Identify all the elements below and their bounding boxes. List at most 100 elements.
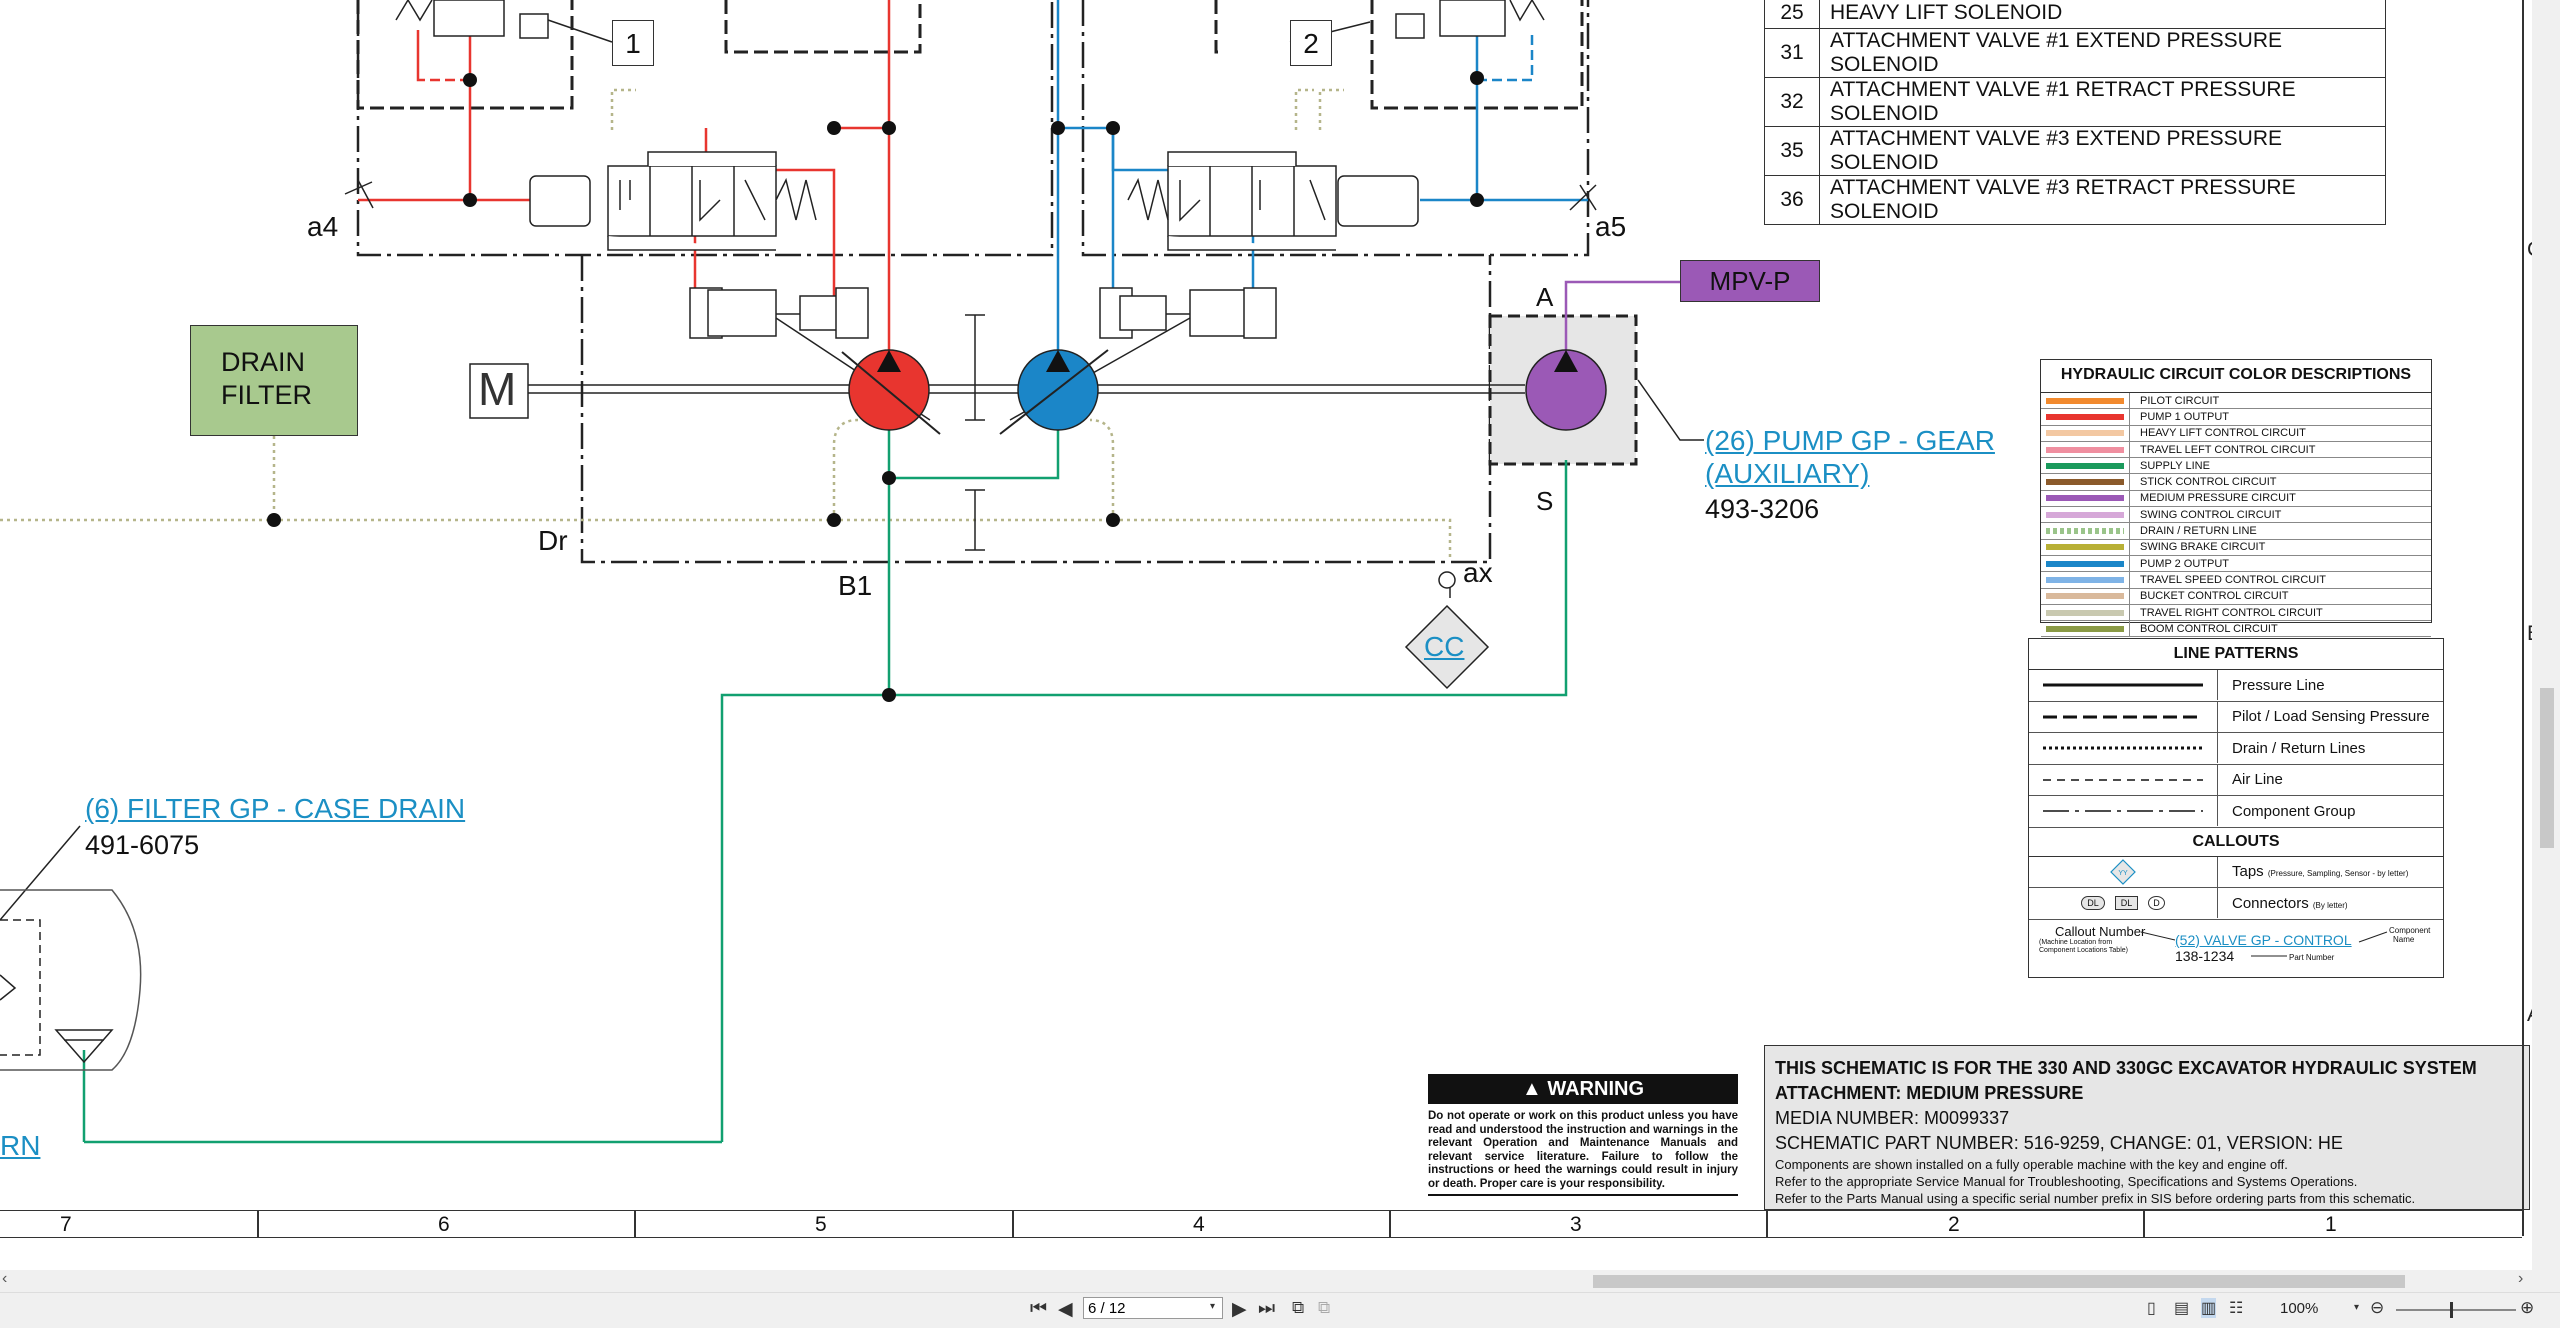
legend-label: STICK CONTROL CIRCUIT	[2140, 476, 2277, 489]
legend-label: SWING BRAKE CIRCUIT	[2140, 541, 2266, 554]
legend-label: HEAVY LIFT CONTROL CIRCUIT	[2140, 427, 2306, 440]
table-row: 25 HEAVY LIFT SOLENOID	[1764, 0, 2386, 29]
table-cell: 36	[1764, 175, 1820, 225]
table-cell: ATTACHMENT VALVE #1 EXTEND PRESSURE SOLE…	[1819, 28, 2386, 78]
grid-number: 4	[1193, 1213, 1205, 1236]
pump-auxiliary-link[interactable]: (AUXILIARY)	[1705, 458, 1869, 490]
table-row: 36 ATTACHMENT VALVE #3 RETRACT PRESSURE S…	[1764, 175, 2386, 225]
filter-gp-case-drain-link[interactable]: (6) FILTER GP - CASE DRAIN	[85, 793, 465, 825]
zoom-dropdown-icon[interactable]: ▾	[2354, 1302, 2359, 1313]
page-dropdown-icon[interactable]: ▾	[1210, 1301, 1215, 1312]
zoom-slider-handle[interactable]	[2450, 1302, 2453, 1318]
connector-circle-icon: D	[2148, 896, 2165, 911]
table-row: 32 ATTACHMENT VALVE #1 RETRACT PRESSURE S…	[1764, 77, 2386, 127]
legend-item: PILOT CIRCUIT	[2041, 393, 2431, 410]
table-cell: 25	[1764, 0, 1820, 29]
vertical-scrollbar[interactable]	[2532, 0, 2560, 1270]
horizontal-scrollbar[interactable]: ‹ ›	[0, 1270, 2560, 1292]
line-patterns-title: LINE PATTERNS	[2029, 639, 2443, 670]
table-row: 35 ATTACHMENT VALVE #3 EXTEND PRESSURE SO…	[1764, 126, 2386, 176]
fit-width-icon[interactable]: ⧉	[1318, 1298, 1330, 1318]
solenoid-table: 25 HEAVY LIFT SOLENOID 31 ATTACHMENT VALVE…	[1764, 0, 2386, 225]
table-cell: 35	[1764, 126, 1820, 176]
single-page-view-icon[interactable]: ▯	[2147, 1298, 2156, 1318]
vertical-scroll-thumb[interactable]	[2540, 688, 2554, 848]
continuous-view-icon[interactable]: ▤	[2174, 1298, 2189, 1318]
zoom-in-icon[interactable]: ⊕	[2520, 1298, 2534, 1318]
viewer-toolbar: ⏮ ◀ ▾ ▶ ⏭ ⧉ ⧉ ▯ ▤ ▥ ☷ 100% ▾ ⊖ ⊕	[0, 1292, 2560, 1328]
schematic-part-number: SCHEMATIC PART NUMBER: 516-9259, CHANGE:…	[1775, 1133, 2343, 1153]
port-B1-label: B1	[838, 570, 873, 601]
horizontal-scroll-thumb[interactable]	[1593, 1275, 2405, 1288]
title-line-2: ATTACHMENT: MEDIUM PRESSURE	[1775, 1083, 2084, 1103]
warning-block: ▲ WARNING Do not operate or work on this…	[1428, 1074, 1738, 1196]
scroll-right-icon[interactable]: ›	[2518, 1270, 2523, 1288]
list-item: Air Line	[2029, 764, 2443, 796]
pump-gp-gear-link[interactable]: (26) PUMP GP - GEAR	[1705, 425, 1995, 457]
rn-link[interactable]: RN	[0, 1130, 40, 1162]
legend-swatch	[2041, 490, 2130, 507]
port-a5-label: a5	[1595, 211, 1627, 242]
legend-label: PILOT CIRCUIT	[2140, 394, 2220, 407]
legend-swatch	[2041, 507, 2130, 523]
legend-item: BOOM CONTROL CIRCUIT	[2041, 621, 2431, 638]
zoom-level[interactable]: 100%	[2280, 1300, 2318, 1317]
table-cell: 32	[1764, 77, 1820, 127]
legend-swatch	[2041, 425, 2130, 441]
frame-border	[2522, 0, 2524, 1236]
page-number-input[interactable]	[1083, 1297, 1223, 1319]
taps-label: Taps	[2232, 863, 2264, 881]
legend-swatch	[2041, 409, 2130, 425]
legend-swatch	[2041, 539, 2130, 555]
grid-number: 6	[438, 1213, 450, 1236]
first-page-icon[interactable]: ⏮	[1030, 1298, 1047, 1320]
tap-symbol-text: YY	[2118, 870, 2128, 877]
last-page-icon[interactable]: ⏭	[1258, 1298, 1275, 1320]
tap-cc-link[interactable]: CC	[1424, 631, 1464, 663]
port-A-label: A	[1536, 282, 1554, 312]
taps-note: (Pressure, Sampling, Sensor - by letter)	[2267, 869, 2409, 879]
legend-title: HYDRAULIC CIRCUIT COLOR DESCRIPTIONS	[2041, 360, 2431, 393]
legend-swatch	[2041, 458, 2130, 474]
prev-page-icon[interactable]: ◀	[1058, 1298, 1073, 1321]
title-note-1: Components are shown installed on a full…	[1775, 1157, 2288, 1172]
drain-filter-box: DRAIN FILTER	[190, 325, 358, 436]
zoom-out-icon[interactable]: ⊖	[2370, 1298, 2384, 1318]
facing-view-icon[interactable]: ☷	[2229, 1298, 2243, 1318]
legend-item: SWING BRAKE CIRCUIT	[2041, 539, 2431, 556]
callout-1: 1	[612, 20, 654, 66]
pattern-label: Pressure Line	[2232, 676, 2325, 694]
pattern-label: Drain / Return Lines	[2232, 739, 2366, 757]
grid-number: 2	[1948, 1213, 1960, 1236]
legend-item: PUMP 1 OUTPUT	[2041, 409, 2431, 426]
legend-item: MEDIUM PRESSURE CIRCUIT	[2041, 490, 2431, 508]
next-page-icon[interactable]: ▶	[1232, 1298, 1247, 1321]
legend-item: HEAVY LIFT CONTROL CIRCUIT	[2041, 425, 2431, 442]
scroll-left-icon[interactable]: ‹	[2, 1270, 7, 1288]
list-item: Drain / Return Lines	[2029, 733, 2443, 765]
title-note-3: Refer to the Parts Manual using a specif…	[1775, 1191, 2416, 1206]
warning-triangle-icon: ▲	[1521, 1078, 1542, 1100]
legend-item: STICK CONTROL CIRCUIT	[2041, 474, 2431, 491]
legend-swatch	[2041, 621, 2130, 637]
legend-item: DRAIN / RETURN LINE	[2041, 523, 2431, 540]
zoom-slider-track[interactable]	[2396, 1309, 2516, 1311]
fit-page-icon[interactable]: ⧉	[1292, 1298, 1304, 1318]
hydraulic-color-legend: HYDRAULIC CIRCUIT COLOR DESCRIPTIONS PIL…	[2040, 359, 2432, 638]
legend-swatch	[2041, 474, 2130, 490]
legend-swatch	[2041, 588, 2130, 604]
legend-label: TRAVEL LEFT CONTROL CIRCUIT	[2140, 443, 2316, 456]
legend-label: PUMP 2 OUTPUT	[2140, 557, 2230, 570]
two-page-view-icon[interactable]: ▥	[2201, 1298, 2217, 1318]
title-note-2: Refer to the appropriate Service Manual …	[1775, 1174, 2358, 1189]
legend-label: BUCKET CONTROL CIRCUIT	[2140, 590, 2289, 603]
legend-item: BUCKET CONTROL CIRCUIT	[2041, 588, 2431, 605]
port-a4-label: a4	[307, 211, 339, 242]
warning-heading-text: WARNING	[1547, 1078, 1645, 1100]
legend-swatch	[2041, 393, 2130, 409]
legend-item: SUPPLY LINE	[2041, 458, 2431, 475]
line-patterns-legend: LINE PATTERNS Pressure Line Pilot / Load…	[2028, 638, 2444, 978]
grid-number: 5	[815, 1213, 827, 1236]
media-number: MEDIA NUMBER: M0099337	[1775, 1108, 2010, 1128]
mpv-p-box: MPV-P	[1680, 260, 1820, 302]
